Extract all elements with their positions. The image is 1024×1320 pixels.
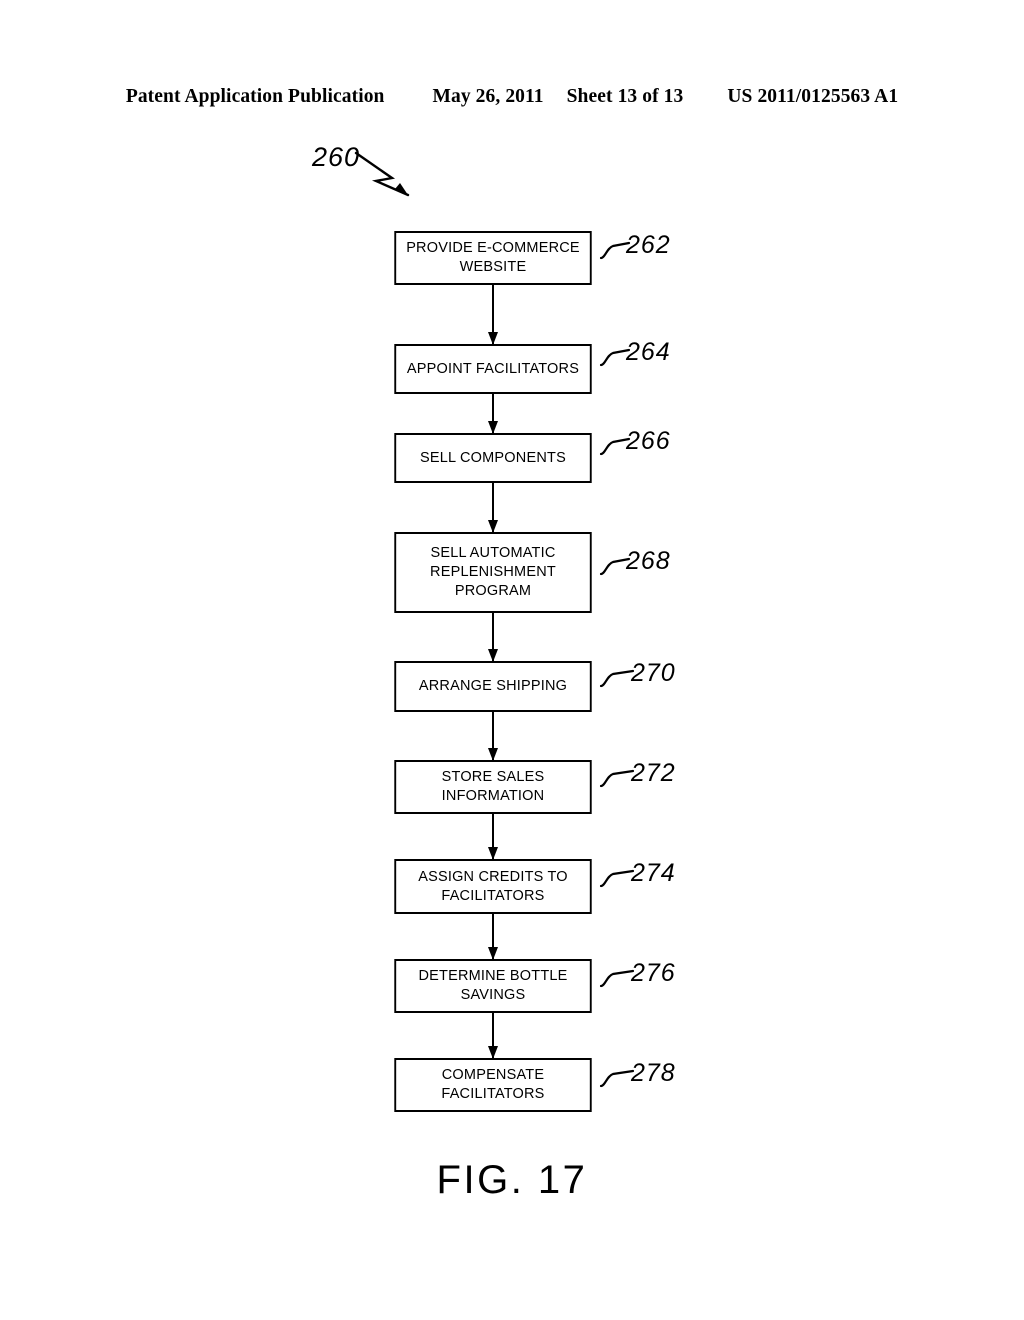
diagram-lead-line-260 <box>354 151 410 197</box>
flow-step-264[interactable]: APPOINT FACILITATORS <box>394 344 592 394</box>
ref-numeral-264: 264 <box>626 338 671 366</box>
ref-lead-272 <box>599 769 635 788</box>
flow-step-278-label: COMPENSATE FACILITATORS <box>441 1067 545 1102</box>
flow-step-276[interactable]: DETERMINE BOTTLE SAVINGS <box>394 959 592 1013</box>
ref-numeral-262: 262 <box>626 231 671 259</box>
connector-262-to-264 <box>488 285 498 345</box>
flow-step-262[interactable]: PROVIDE E-COMMERCE WEBSITE <box>394 231 592 285</box>
ref-numeral-270: 270 <box>631 659 676 687</box>
patent-figure-17: 260 PROVIDE E-COMMERCE WEBSITE APPOINT F… <box>0 0 1024 1320</box>
flow-step-272[interactable]: STORE SALES INFORMATION <box>394 760 592 814</box>
flow-step-274[interactable]: ASSIGN CREDITS TO FACILITATORS <box>394 859 592 914</box>
flow-step-274-label: ASSIGN CREDITS TO FACILITATORS <box>418 868 568 904</box>
flow-step-276-label: DETERMINE BOTTLE SAVINGS <box>418 968 568 1003</box>
ref-lead-278 <box>599 1069 635 1088</box>
flow-step-266[interactable]: SELL COMPONENTS <box>394 433 592 483</box>
connector-274-to-276 <box>488 914 498 960</box>
figure-caption: FIG. 17 <box>436 1158 588 1202</box>
ref-numeral-278: 278 <box>631 1059 676 1087</box>
ref-numeral-272: 272 <box>631 759 676 787</box>
ref-numeral-266: 266 <box>626 427 671 455</box>
ref-numeral-276: 276 <box>631 959 676 987</box>
flow-step-268-label: SELL AUTOMATIC REPLENISHMENT PROGRAM <box>430 545 556 599</box>
connector-266-to-268 <box>488 483 498 533</box>
ref-numeral-268: 268 <box>626 547 671 575</box>
connector-276-to-278 <box>488 1013 498 1059</box>
connector-268-to-270 <box>488 613 498 662</box>
flow-step-268[interactable]: SELL AUTOMATIC REPLENISHMENT PROGRAM <box>394 532 592 613</box>
flow-step-270[interactable]: ARRANGE SHIPPING <box>394 661 592 712</box>
ref-lead-276 <box>599 969 635 988</box>
flow-step-278[interactable]: COMPENSATE FACILITATORS <box>394 1058 592 1112</box>
flow-step-270-label: ARRANGE SHIPPING <box>418 678 568 695</box>
ref-lead-270 <box>599 669 635 688</box>
flow-step-272-label: STORE SALES INFORMATION <box>441 769 545 804</box>
ref-numeral-274: 274 <box>631 859 676 887</box>
ref-lead-274 <box>599 869 635 888</box>
flow-step-264-label: APPOINT FACILITATORS <box>406 360 580 377</box>
connector-264-to-266 <box>488 394 498 434</box>
connector-272-to-274 <box>488 814 498 860</box>
flow-step-266-label: SELL COMPONENTS <box>420 449 566 466</box>
flow-step-262-label: PROVIDE E-COMMERCE WEBSITE <box>406 240 580 275</box>
connector-270-to-272 <box>488 712 498 761</box>
